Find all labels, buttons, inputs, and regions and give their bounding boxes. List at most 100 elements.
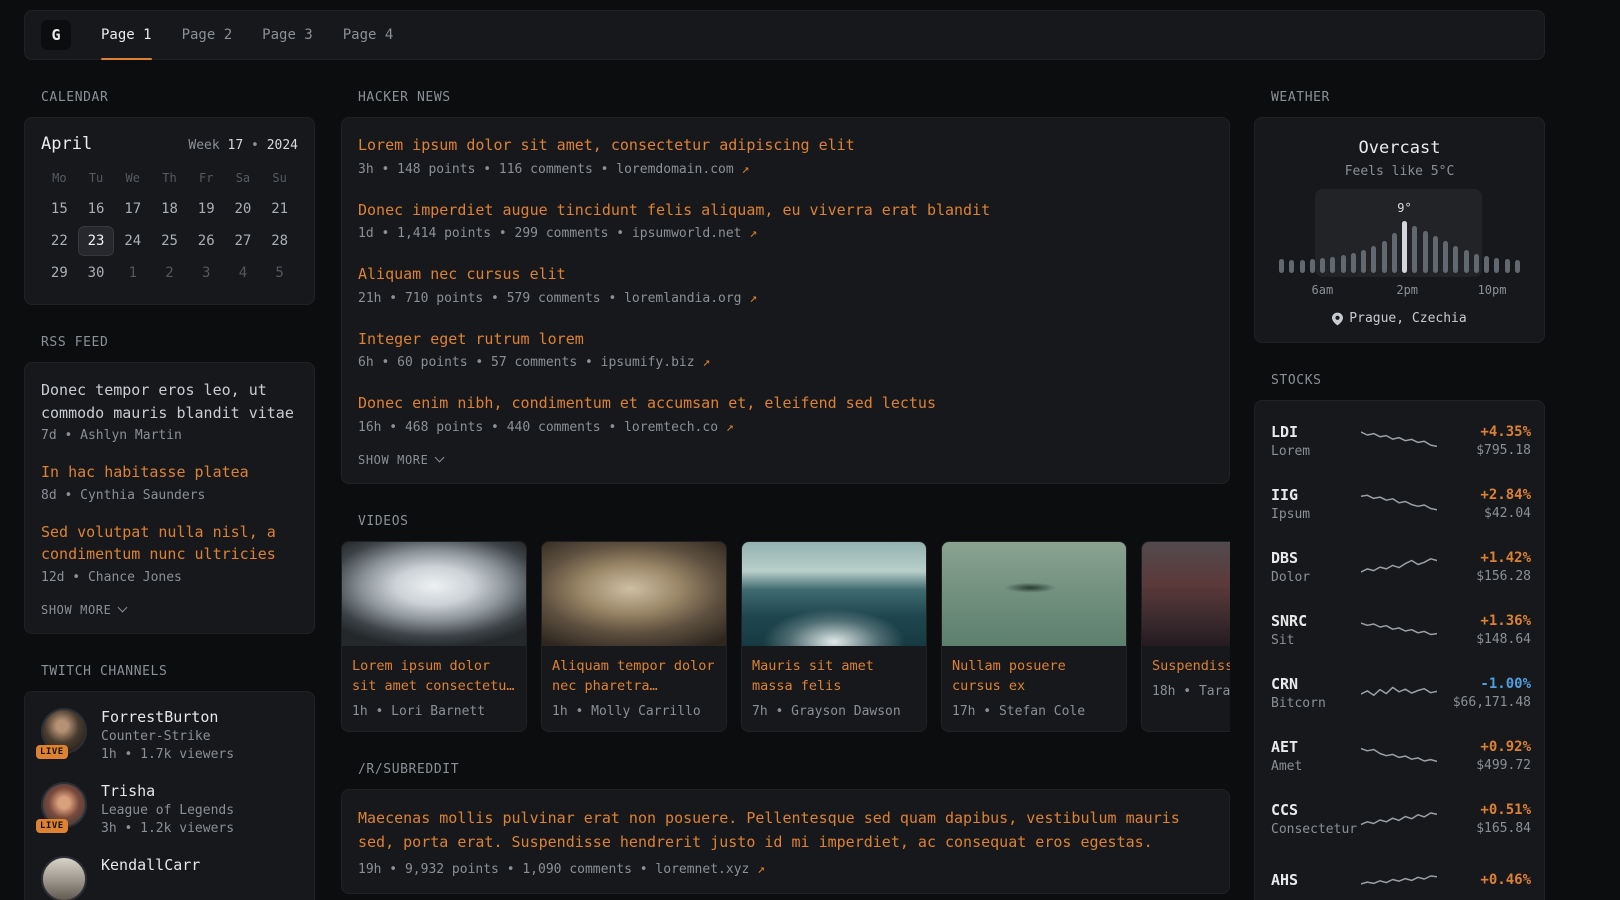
stock-price: $156.28 <box>1437 569 1531 584</box>
stock-price: $795.18 <box>1437 443 1531 458</box>
tab-page-2[interactable]: Page 2 <box>182 11 233 59</box>
stock-row[interactable]: AET Amet +0.92% $499.72 <box>1271 724 1528 787</box>
stock-change: +1.36% <box>1437 613 1531 629</box>
stock-values: +0.51% $165.84 <box>1437 802 1531 836</box>
hn-meta-text: 1d • 1,414 points • 299 comments • <box>358 226 624 241</box>
hn-domain-link[interactable]: loremdomain.com <box>616 162 733 177</box>
hn-domain-link[interactable]: ipsumworld.net <box>632 226 742 241</box>
hn-domain-link[interactable]: ipsumify.biz <box>601 355 695 370</box>
rss-item-title[interactable]: Donec tempor eros leo, ut commodo mauris… <box>41 379 298 424</box>
weekday-label: Tu <box>78 164 115 192</box>
rss-item-meta: 7d • Ashlyn Martin <box>41 428 298 443</box>
video-thumbnail <box>942 542 1126 646</box>
hn-meta-text: 21h • 710 points • 579 comments • <box>358 291 616 306</box>
stock-values: +0.46% <box>1437 872 1531 891</box>
hn-item-meta: 21h • 710 points • 579 comments • loreml… <box>358 291 1213 306</box>
calendar-day-other-month: 4 <box>225 258 262 288</box>
video-thumbnail <box>1142 542 1230 646</box>
hn-item-title[interactable]: Lorem ipsum dolor sit amet, consectetur … <box>358 134 1213 157</box>
rss-item: Donec tempor eros leo, ut commodo mauris… <box>41 379 298 443</box>
subreddit-domain-link[interactable]: loremnet.xyz <box>655 862 749 877</box>
channel-name: Trisha <box>101 782 234 800</box>
external-link-icon: ↗ <box>726 420 734 435</box>
channel-info: Trisha League of Legends 3h • 1.2k viewe… <box>101 782 234 836</box>
rss-item: Sed volutpat nulla nisl, a condimentum n… <box>41 521 298 585</box>
stock-sparkline <box>1361 680 1437 706</box>
middle-column: HACKER NEWS Lorem ipsum dolor sit amet, … <box>341 60 1230 900</box>
channel-meta: 3h • 1.2k viewers <box>101 821 234 836</box>
stock-row[interactable]: DBS Dolor +1.42% $156.28 <box>1271 535 1528 598</box>
tab-page-4[interactable]: Page 4 <box>343 11 394 59</box>
hn-domain-link[interactable]: loremlandia.org <box>624 291 741 306</box>
twitch-channel-row[interactable]: KendallCarr <box>41 856 298 900</box>
weather-feels-like: Feels like 5°C <box>1271 164 1528 179</box>
external-link-icon: ↗ <box>749 291 757 306</box>
stock-row[interactable]: CCS Consectetur +0.51% $165.84 <box>1271 787 1528 850</box>
channel-game: Counter-Strike <box>101 729 234 744</box>
rss-item-title[interactable]: In hac habitasse platea <box>41 461 298 484</box>
rss-item-title[interactable]: Sed volutpat nulla nisl, a condimentum n… <box>41 521 298 566</box>
stock-name: Consectetur <box>1271 822 1361 837</box>
stock-identity: AHS <box>1271 871 1361 892</box>
stock-row[interactable]: CRN Bitcorn -1.00% $66,171.48 <box>1271 661 1528 724</box>
stock-row[interactable]: IIG Ipsum +2.84% $42.04 <box>1271 472 1528 535</box>
app-logo[interactable]: G <box>41 20 71 50</box>
time-axis-label: 2pm <box>1396 283 1418 297</box>
hn-item-title[interactable]: Integer eget rutrum lorem <box>358 328 1213 351</box>
show-more-label: SHOW MORE <box>358 453 428 467</box>
avatar <box>41 856 87 900</box>
hn-item-title[interactable]: Aliquam nec cursus elit <box>358 263 1213 286</box>
hn-item-title[interactable]: Donec imperdiet augue tincidunt felis al… <box>358 199 1213 222</box>
weekday-label: Fr <box>188 164 225 192</box>
tab-page-1[interactable]: Page 1 <box>101 11 152 59</box>
stock-row[interactable]: LDI Lorem +4.35% $795.18 <box>1271 409 1528 472</box>
hn-item: Lorem ipsum dolor sit amet, consectetur … <box>358 134 1213 177</box>
hn-item-meta: 6h • 60 points • 57 comments • ipsumify.… <box>358 355 1213 370</box>
stock-sparkline <box>1361 428 1437 454</box>
stock-change: +1.42% <box>1437 550 1531 566</box>
stock-sparkline <box>1361 806 1437 832</box>
stock-sparkline <box>1361 554 1437 580</box>
subreddit-post-title[interactable]: Maecenas mollis pulvinar erat non posuer… <box>358 806 1213 854</box>
calendar-section-title: CALENDAR <box>41 90 315 105</box>
hn-domain-link[interactable]: loremtech.co <box>624 420 718 435</box>
sparkline-chart <box>1361 617 1437 643</box>
hn-show-more-button[interactable]: SHOW MORE <box>358 453 1213 467</box>
weather-chart: 9° <box>1271 201 1528 273</box>
rss-show-more-button[interactable]: SHOW MORE <box>41 603 298 617</box>
stock-change: +0.92% <box>1437 739 1531 755</box>
hn-item-title[interactable]: Donec enim nibh, condimentum et accumsan… <box>358 392 1213 415</box>
calendar-day: 29 <box>41 258 78 288</box>
video-card[interactable]: Nullam posuere cursus ex 17h • Stefan Co… <box>941 541 1127 733</box>
weekday-label: Mo <box>41 164 78 192</box>
video-title: Nullam posuere cursus ex <box>952 656 1116 697</box>
subreddit-section-title: /R/SUBREDDIT <box>358 762 1230 777</box>
stock-row[interactable]: SNRC Sit +1.36% $148.64 <box>1271 598 1528 661</box>
twitch-channel-row[interactable]: LIVE Trisha League of Legends 3h • 1.2k … <box>41 782 298 836</box>
video-card[interactable]: Aliquam tempor dolor nec pharetra… 1h • … <box>541 541 727 733</box>
tab-page-3[interactable]: Page 3 <box>262 11 313 59</box>
stock-values: -1.00% $66,171.48 <box>1437 676 1531 710</box>
calendar-day: 20 <box>225 194 262 224</box>
hn-item-meta: 1d • 1,414 points • 299 comments • ipsum… <box>358 226 1213 241</box>
stock-sparkline <box>1361 491 1437 517</box>
location-pin-icon <box>1332 312 1343 326</box>
stock-row[interactable]: AHS +0.46% <box>1271 850 1528 900</box>
video-thumbnail <box>742 542 926 646</box>
top-nav: G Page 1 Page 2 Page 3 Page 4 <box>24 10 1545 60</box>
hackernews-section-title: HACKER NEWS <box>358 90 1230 105</box>
time-axis-label: 6am <box>1312 283 1334 297</box>
channel-info: ForrestBurton Counter-Strike 1h • 1.7k v… <box>101 708 234 762</box>
video-thumbnail <box>542 542 726 646</box>
time-axis: 6am 2pm 10pm <box>1271 283 1528 299</box>
video-body: Aliquam tempor dolor nec pharetra… 1h • … <box>542 646 726 732</box>
video-card[interactable]: Mauris sit amet massa felis 7h • Grayson… <box>741 541 927 733</box>
twitch-channel-row[interactable]: LIVE ForrestBurton Counter-Strike 1h • 1… <box>41 708 298 762</box>
video-card[interactable]: Suspendisse diam 18h • Tara <box>1141 541 1230 733</box>
stock-change: +0.46% <box>1437 872 1531 888</box>
calendar-day-other-month: 1 <box>114 258 151 288</box>
weather-location: Prague, Czechia <box>1271 311 1528 326</box>
stock-price: $42.04 <box>1437 506 1531 521</box>
video-card[interactable]: Lorem ipsum dolor sit amet consectetu… 1… <box>341 541 527 733</box>
hn-item-meta: 16h • 468 points • 440 comments • loremt… <box>358 420 1213 435</box>
